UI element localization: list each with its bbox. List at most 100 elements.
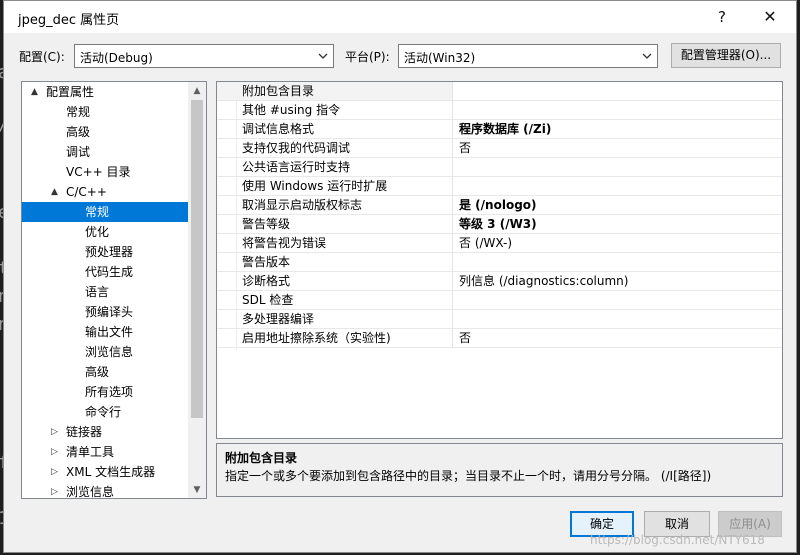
tree-item-vc-directories[interactable]: VC++ 目录 [22, 162, 188, 182]
property-tree: ▲ 配置属性 常规 高级 调试 VC++ 目录 ▲ C/C++ 常规 优化 预处… [21, 81, 207, 499]
tree-item-code-generation[interactable]: 代码生成 [22, 262, 188, 282]
tree-item-output-files[interactable]: 输出文件 [22, 322, 188, 342]
config-label: 配置(C): [19, 50, 65, 64]
property-row-clr-support[interactable]: 公共语言运行时支持 [217, 158, 782, 177]
property-name: 使用 Windows 运行时扩展 [217, 177, 453, 196]
collapse-icon[interactable]: ▲ [31, 82, 38, 102]
property-row-sdl-checks[interactable]: SDL 检查 [217, 291, 782, 310]
scroll-down-icon[interactable]: ▼ [191, 484, 203, 496]
expand-icon[interactable]: ▷ [51, 462, 58, 482]
property-value[interactable] [453, 82, 782, 101]
tree-item-general[interactable]: 常规 [22, 102, 188, 122]
property-value[interactable] [453, 158, 782, 177]
platform-combo[interactable]: 活动(Win32) [398, 44, 658, 68]
property-value[interactable] [453, 101, 782, 120]
chevron-down-icon [642, 53, 652, 59]
property-value[interactable]: 程序数据库 (/Zi) [453, 120, 782, 139]
property-name: 警告等级 [217, 215, 453, 234]
property-row-just-my-code[interactable]: 支持仅我的代码调试 否 [217, 139, 782, 158]
property-value[interactable] [453, 177, 782, 196]
property-row-debug-info-format[interactable]: 调试信息格式 程序数据库 (/Zi) [217, 120, 782, 139]
platform-value: 活动(Win32) [404, 51, 476, 65]
property-value[interactable]: 否 [453, 139, 782, 158]
tree-item-browse-info[interactable]: ▷ 浏览信息 [22, 482, 188, 499]
description-title: 附加包含目录 [225, 451, 298, 465]
tree-item-language[interactable]: 语言 [22, 282, 188, 302]
config-combo[interactable]: 活动(Debug) [74, 44, 334, 68]
tree-item-label: 高级 [66, 125, 91, 139]
property-row-winrt-extensions[interactable]: 使用 Windows 运行时扩展 [217, 177, 782, 196]
title-bar: jpeg_dec 属性页 ? ✕ [4, 1, 796, 33]
property-value[interactable]: 否 [453, 329, 782, 348]
tree-item-label: 所有选项 [85, 385, 134, 399]
property-row-diagnostics-format[interactable]: 诊断格式 列信息 (/diagnostics:column) [217, 272, 782, 291]
tree-item-cpp-advanced[interactable]: 高级 [22, 362, 188, 382]
property-value[interactable] [453, 291, 782, 310]
close-button[interactable]: ✕ [756, 5, 784, 29]
tree-item-manifest-tool[interactable]: ▷ 清单工具 [22, 442, 188, 462]
watermark: https://blog.csdn.net/NTY618 [590, 533, 765, 547]
expand-icon[interactable]: ▷ [51, 422, 58, 442]
property-row-additional-include-dirs[interactable]: 附加包含目录 [217, 82, 782, 101]
tree-item-label: 链接器 [66, 425, 103, 439]
tree-item-label: 命令行 [85, 405, 122, 419]
tree-item-config-properties[interactable]: ▲ 配置属性 [22, 82, 188, 102]
property-name: 诊断格式 [217, 272, 453, 291]
description-text: 指定一个或多个要添加到包含路径中的目录；当目录不止一个时，请用分号分隔。 (/I… [225, 469, 712, 483]
tree-item-c-cpp[interactable]: ▲ C/C++ [22, 182, 188, 202]
tree-item-xml-doc-generator[interactable]: ▷ XML 文档生成器 [22, 462, 188, 482]
property-row-multiprocessor-compilation[interactable]: 多处理器编译 [217, 310, 782, 329]
tree-item-label: 语言 [85, 285, 110, 299]
property-value[interactable]: 等级 3 (/W3) [453, 215, 782, 234]
property-name: 公共语言运行时支持 [217, 158, 453, 177]
property-name: 支持仅我的代码调试 [217, 139, 453, 158]
property-name: 启用地址擦除系统（实验性) [217, 329, 453, 348]
property-name: 将警告视为错误 [217, 234, 453, 253]
config-manager-button[interactable]: 配置管理器(O)... [671, 43, 781, 68]
property-value[interactable] [453, 253, 782, 272]
tree-item-label: 高级 [85, 365, 110, 379]
tree-item-command-line[interactable]: 命令行 [22, 402, 188, 422]
property-value[interactable]: 否 (/WX-) [453, 234, 782, 253]
help-button[interactable]: ? [708, 5, 736, 29]
expand-icon[interactable]: ▷ [51, 482, 58, 498]
tree-item-label: 调试 [66, 145, 91, 159]
config-manager-label: 配置管理器(O)... [680, 48, 772, 62]
tree-item-label: 预编译头 [85, 305, 134, 319]
tree-item-label: 优化 [85, 225, 110, 239]
tree-item-all-options[interactable]: 所有选项 [22, 382, 188, 402]
tree-item-browse-information[interactable]: 浏览信息 [22, 342, 188, 362]
property-row-warning-level[interactable]: 警告等级 等级 3 (/W3) [217, 215, 782, 234]
collapse-icon[interactable]: ▲ [51, 182, 58, 202]
tree-item-label: VC++ 目录 [66, 165, 131, 179]
property-row-using-directives[interactable]: 其他 #using 指令 [217, 101, 782, 120]
tree-item-optimization[interactable]: 优化 [22, 222, 188, 242]
property-row-suppress-banner[interactable]: 取消显示启动版权标志 是 (/nologo) [217, 196, 782, 215]
tree-scrollbar[interactable]: ▲ ▼ [188, 82, 206, 498]
tree-item-preprocessor[interactable]: 预处理器 [22, 242, 188, 262]
tree-item-linker[interactable]: ▷ 链接器 [22, 422, 188, 442]
property-row-warnings-as-errors[interactable]: 将警告视为错误 否 (/WX-) [217, 234, 782, 253]
tree-item-precompiled-headers[interactable]: 预编译头 [22, 302, 188, 322]
tree-item-label: C/C++ [66, 185, 107, 199]
property-row-warning-version[interactable]: 警告版本 [217, 253, 782, 272]
scroll-up-icon[interactable]: ▲ [191, 85, 203, 97]
tree-item-c-cpp-general[interactable]: 常规 [22, 202, 188, 222]
tree-item-debugging[interactable]: 调试 [22, 142, 188, 162]
expand-icon[interactable]: ▷ [51, 442, 58, 462]
config-value: 活动(Debug) [80, 51, 153, 65]
property-value[interactable] [453, 310, 782, 329]
tree-item-label: 浏览信息 [66, 485, 115, 499]
property-value[interactable]: 列信息 (/diagnostics:column) [453, 272, 782, 291]
tree-item-advanced[interactable]: 高级 [22, 122, 188, 142]
property-name: SDL 检查 [217, 291, 453, 310]
property-row-address-sanitizer[interactable]: 启用地址擦除系统（实验性) 否 [217, 329, 782, 348]
tree-item-label: 预处理器 [85, 245, 134, 259]
property-pages-dialog: jpeg_dec 属性页 ? ✕ 配置(C): 活动(Debug) 平台(P):… [3, 0, 797, 553]
property-name: 附加包含目录 [217, 82, 453, 101]
description-panel: 附加包含目录 指定一个或多个要添加到包含路径中的目录；当目录不止一个时，请用分号… [216, 443, 783, 497]
tree-item-label: 输出文件 [85, 325, 134, 339]
scrollbar-thumb[interactable] [191, 100, 203, 418]
property-value[interactable]: 是 (/nologo) [453, 196, 782, 215]
platform-label: 平台(P): [345, 50, 390, 64]
